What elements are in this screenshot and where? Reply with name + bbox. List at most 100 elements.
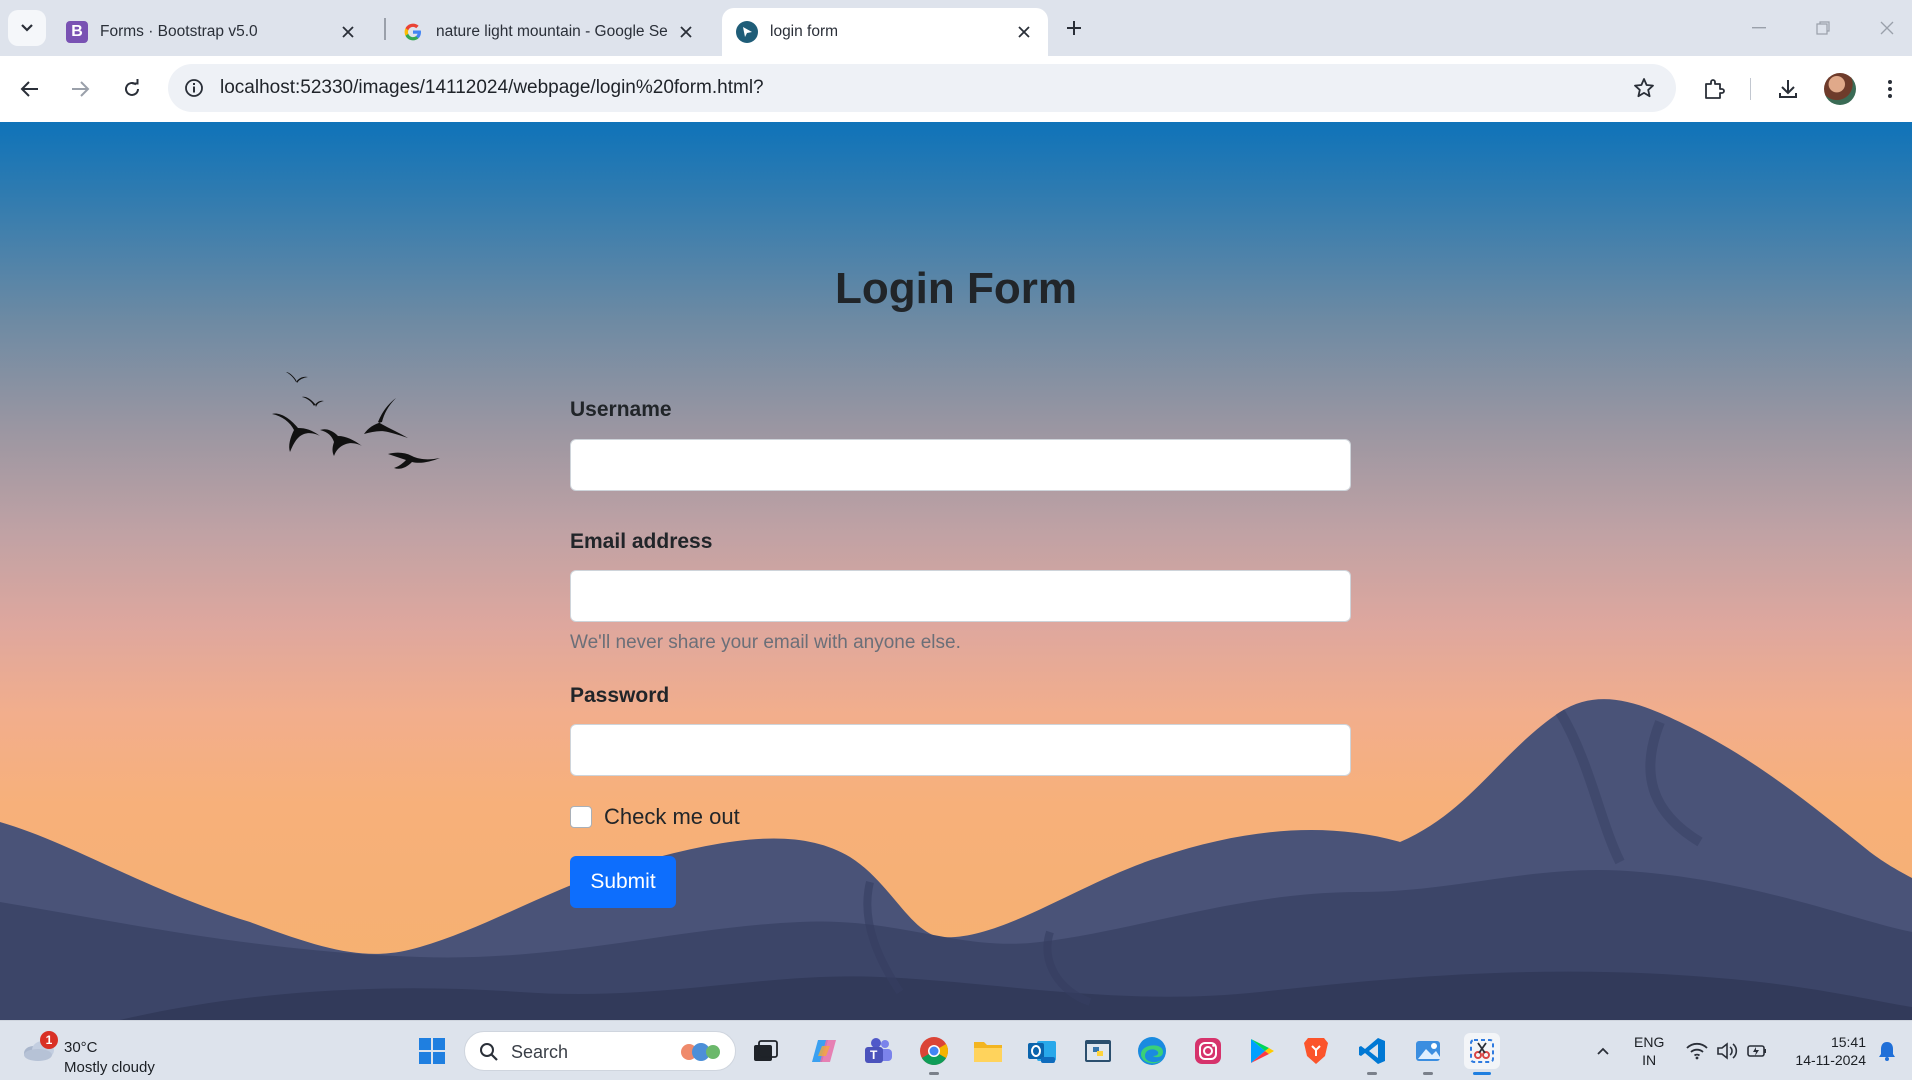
windows-start-icon: [419, 1038, 445, 1064]
tab-search-button[interactable]: [8, 10, 46, 46]
copilot-button[interactable]: [806, 1033, 842, 1069]
browser-menu-button[interactable]: [1874, 73, 1906, 105]
clock-date: 14-11-2024: [1795, 1052, 1866, 1068]
profile-avatar[interactable]: [1824, 73, 1856, 105]
play-store-icon: [1251, 1039, 1274, 1063]
weather-temperature: 30°C: [64, 1039, 98, 1056]
more-vertical-icon: [1888, 80, 1892, 98]
file-explorer-button[interactable]: [970, 1033, 1006, 1069]
brave-button[interactable]: [1298, 1033, 1334, 1069]
running-indicator: [1423, 1072, 1433, 1075]
search-highlight-icon: [681, 1043, 720, 1061]
active-indicator: [1473, 1072, 1491, 1075]
tab-bootstrap-forms[interactable]: B Forms · Bootstrap v5.0: [52, 8, 372, 56]
start-button[interactable]: [414, 1033, 450, 1069]
taskbar-search-box[interactable]: Search: [464, 1031, 736, 1071]
page-title: Login Form: [835, 264, 1077, 313]
reload-button[interactable]: [116, 73, 148, 105]
search-label: Search: [511, 1042, 569, 1062]
battery-status[interactable]: [1744, 1037, 1770, 1065]
system-clock[interactable]: 15:41 14-11-2024: [1786, 1033, 1866, 1069]
url-text[interactable]: localhost:52330/images/14112024/webpage/…: [220, 77, 764, 99]
checkbox-label[interactable]: Check me out: [604, 804, 740, 830]
email-label: Email address: [570, 530, 713, 553]
snipping-tool-button[interactable]: [1464, 1033, 1500, 1075]
notification-badge: 1: [40, 1031, 58, 1049]
tab-google-search[interactable]: nature light mountain - Google Se: [388, 8, 710, 56]
tab-title: login form: [770, 23, 839, 40]
snipping-tool-icon: [1470, 1039, 1494, 1063]
toolbar-divider: [1750, 78, 1751, 100]
python-idle-button[interactable]: [1080, 1033, 1116, 1069]
wifi-status[interactable]: [1684, 1037, 1710, 1065]
bookmark-star-icon[interactable]: [1632, 76, 1656, 100]
brave-icon: [1304, 1038, 1328, 1064]
email-input[interactable]: [570, 570, 1351, 622]
forward-button[interactable]: [64, 73, 96, 105]
browser-tab-strip: B Forms · Bootstrap v5.0 nature light mo…: [0, 0, 1912, 56]
teams-icon: T: [865, 1038, 892, 1063]
notifications-button[interactable]: [1874, 1037, 1900, 1065]
arrow-left-icon: [20, 81, 38, 97]
check-me-out-row[interactable]: Check me out: [570, 804, 740, 830]
task-view-button[interactable]: [748, 1033, 784, 1069]
bootstrap-icon: B: [66, 21, 88, 43]
reload-icon: [125, 79, 139, 96]
clock-time: 15:41: [1830, 1034, 1866, 1050]
instagram-button[interactable]: [1190, 1033, 1226, 1069]
bell-icon: [1879, 1042, 1895, 1061]
extensions-button[interactable]: [1698, 73, 1730, 105]
check-me-out-checkbox[interactable]: [570, 806, 592, 828]
volume-status[interactable]: [1714, 1037, 1740, 1065]
close-icon[interactable]: [1014, 22, 1034, 42]
tab-title: nature light mountain - Google Se: [436, 23, 668, 40]
close-icon[interactable]: [338, 22, 358, 42]
outlook-icon: [1028, 1041, 1056, 1063]
language-indicator[interactable]: ENG IN: [1634, 1033, 1664, 1069]
page-icon: [736, 21, 758, 43]
tab-separator: [384, 18, 386, 40]
region-code: IN: [1642, 1052, 1657, 1068]
folder-icon: [974, 1042, 1002, 1062]
paint-button[interactable]: [1410, 1033, 1446, 1075]
vscode-icon: [1359, 1038, 1385, 1064]
submit-button[interactable]: Submit: [570, 856, 676, 908]
instagram-icon: [1195, 1038, 1221, 1064]
browser-toolbar: localhost:52330/images/14112024/webpage/…: [0, 56, 1912, 122]
username-label: Username: [570, 398, 672, 421]
tab-login-form[interactable]: login form: [722, 8, 1048, 56]
vscode-button[interactable]: [1354, 1033, 1390, 1075]
close-window-button[interactable]: [1872, 14, 1902, 42]
password-input[interactable]: [570, 724, 1351, 776]
language-code: ENG: [1634, 1034, 1665, 1050]
windows-taskbar: 1 30°C Mostly cloudy Search T ENG IN 15:…: [0, 1020, 1912, 1080]
search-icon: [480, 1043, 498, 1061]
downloads-button[interactable]: [1772, 73, 1804, 105]
restore-button[interactable]: [1808, 14, 1838, 42]
restore-icon: [1816, 21, 1830, 35]
username-input[interactable]: [570, 439, 1351, 491]
site-info-icon[interactable]: [182, 76, 206, 100]
minimize-icon: [1752, 27, 1766, 29]
plus-icon: [1067, 21, 1081, 35]
edge-button[interactable]: [1134, 1033, 1170, 1069]
svg-text:T: T: [870, 1048, 878, 1062]
weather-widget[interactable]: 1 30°C Mostly cloudy: [20, 1029, 180, 1076]
volume-icon: [1717, 1042, 1738, 1060]
minimize-button[interactable]: [1744, 14, 1774, 42]
task-view-icon: [754, 1040, 778, 1061]
python-icon: [1085, 1040, 1111, 1062]
address-bar[interactable]: localhost:52330/images/14112024/webpage/…: [168, 64, 1676, 112]
play-store-button[interactable]: [1244, 1033, 1280, 1069]
teams-button[interactable]: T: [860, 1033, 896, 1069]
email-help-text: We'll never share your email with anyone…: [570, 632, 961, 653]
back-button[interactable]: [14, 73, 46, 105]
chevron-up-icon: [1597, 1047, 1609, 1055]
new-tab-button[interactable]: [1058, 12, 1090, 44]
puzzle-icon: [1705, 79, 1725, 99]
outlook-button[interactable]: [1024, 1033, 1060, 1069]
chrome-button[interactable]: [916, 1033, 952, 1075]
show-hidden-icons-button[interactable]: [1592, 1037, 1614, 1065]
running-indicator: [1367, 1072, 1377, 1075]
close-icon[interactable]: [676, 22, 696, 42]
